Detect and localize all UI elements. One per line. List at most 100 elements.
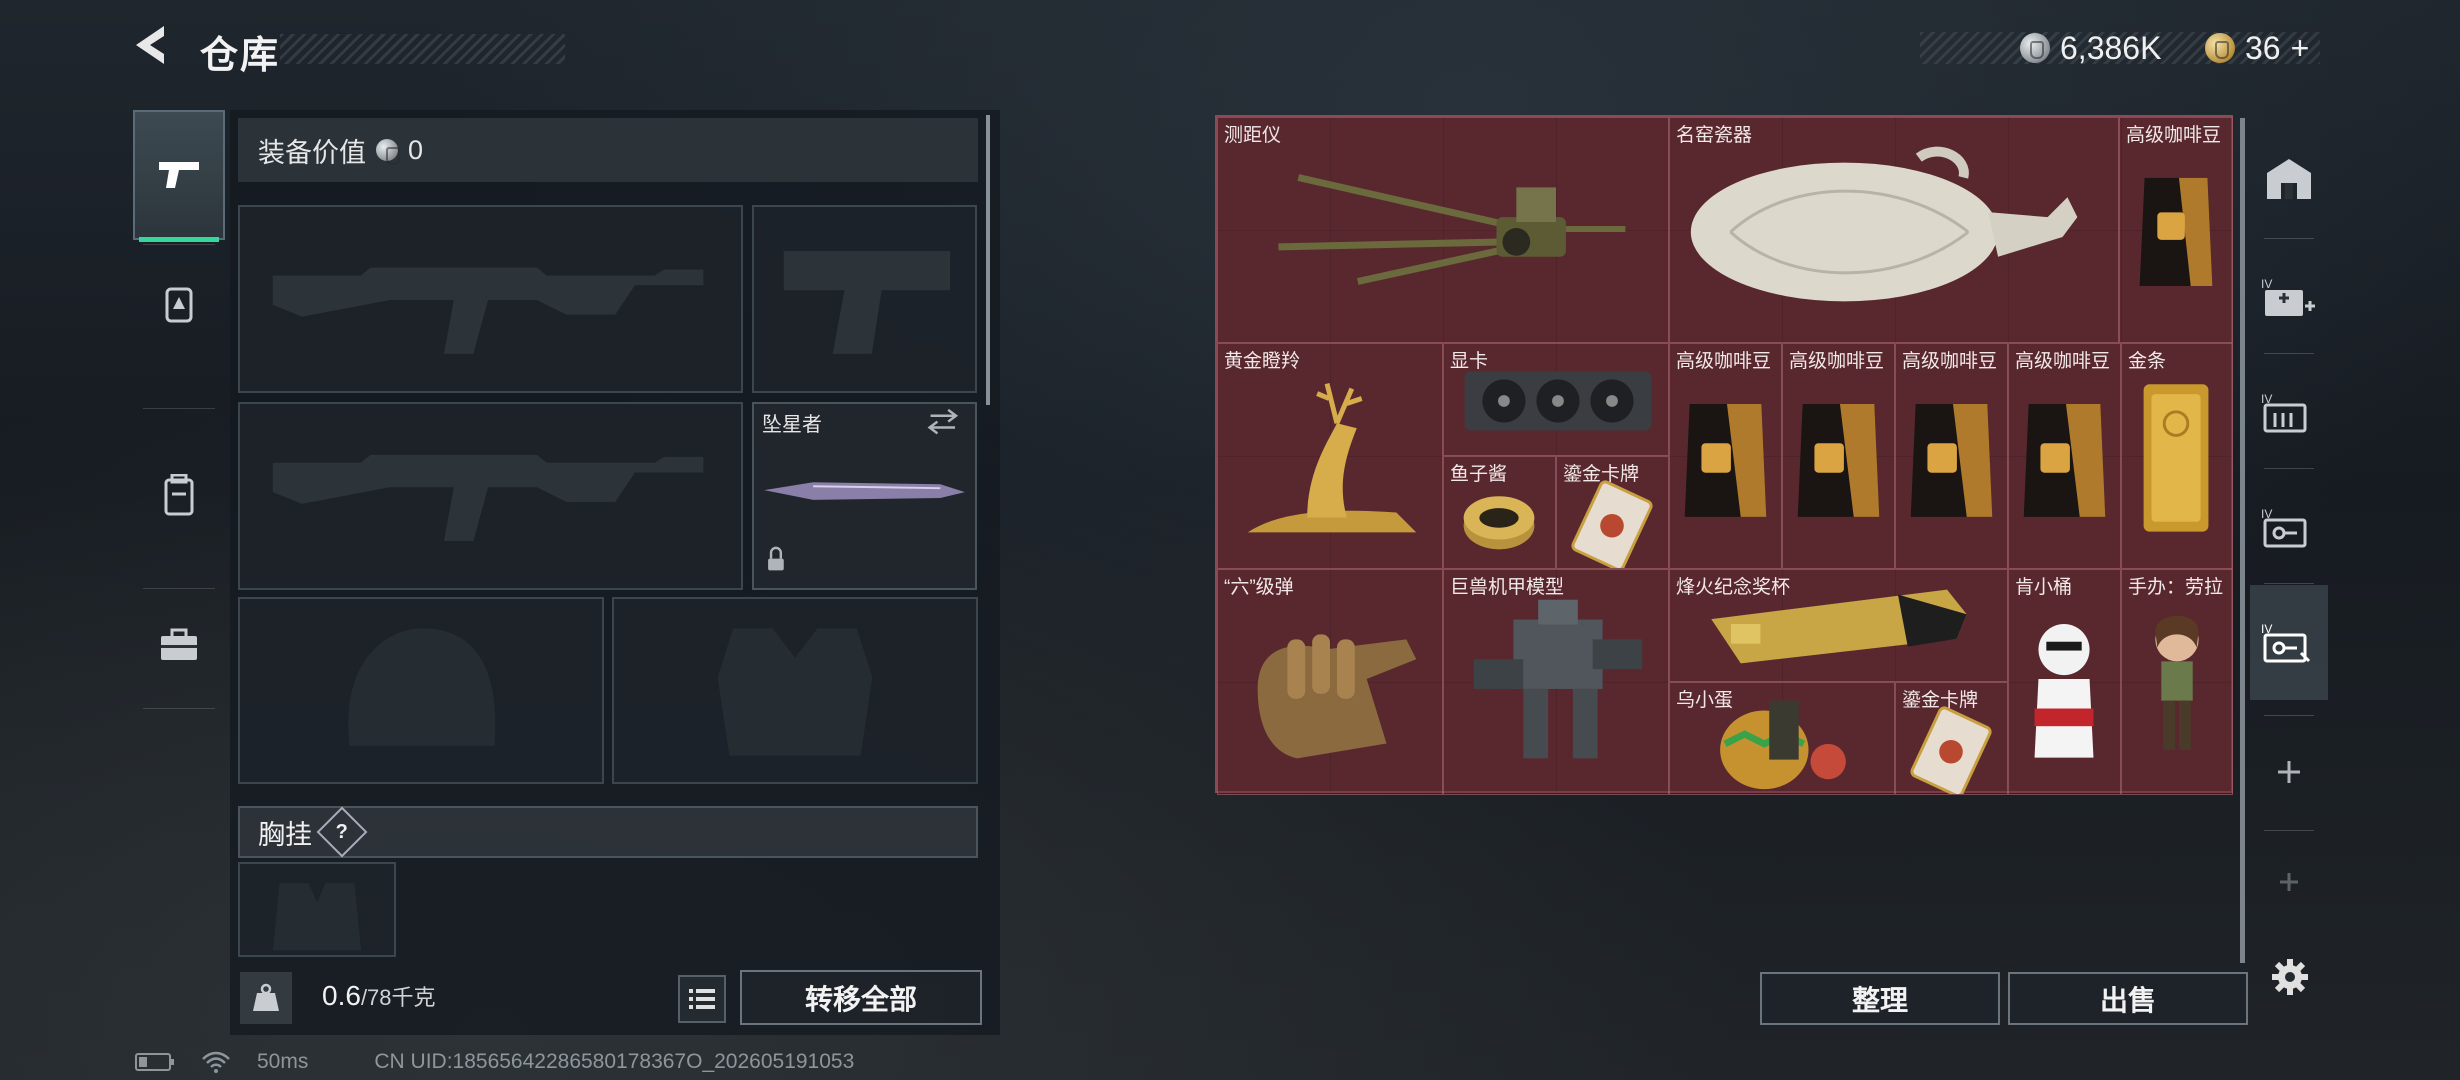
coffee-bag-icon — [2023, 403, 2106, 517]
item-coffee-beans[interactable]: 高级咖啡豆 — [2008, 343, 2121, 569]
tab-case[interactable] — [133, 590, 225, 700]
egg-figure-icon — [1720, 700, 1846, 790]
tab-backpack[interactable] — [133, 410, 225, 580]
chest-rig-slot[interactable] — [238, 862, 396, 957]
pistol-icon — [159, 162, 199, 188]
kfc-figure-icon — [2034, 624, 2094, 758]
item-coffee-beans[interactable]: 高级咖啡豆 — [1895, 343, 2008, 569]
primary-weapon-slot[interactable] — [238, 205, 743, 393]
page-title: 仓库 — [200, 35, 281, 77]
add-case-button[interactable] — [2250, 722, 2328, 822]
equipment-value-bar: 装备价值 0 — [238, 118, 978, 182]
tab-collectibles-case[interactable]: IV — [2250, 585, 2328, 700]
ping-value: 50ms — [257, 1050, 309, 1073]
battery-icon — [135, 1053, 174, 1071]
tab-key-case[interactable]: IV — [2250, 470, 2328, 585]
coffee-bag-icon — [1797, 403, 1880, 517]
item-kfc-figure[interactable]: 肯小桶 — [2008, 569, 2121, 795]
weight-max: /78千克 — [360, 985, 436, 1010]
tab-medical-case[interactable]: IV — [2250, 240, 2328, 355]
tab-helmet[interactable] — [133, 250, 225, 360]
rifle-silhouette-icon — [272, 454, 704, 542]
coffee-bag-icon — [1910, 403, 1993, 517]
helmet-slot[interactable] — [238, 597, 604, 784]
status-bar: 50ms CN UID:18565642286580178367O_202605… — [135, 1050, 854, 1074]
medkit-icon: IV — [2261, 277, 2315, 316]
mech-robot-icon — [1473, 599, 1643, 759]
title-decoration — [280, 34, 565, 64]
armor-icon — [165, 287, 193, 323]
key-case-icon: IV — [2261, 507, 2307, 547]
gold-currency[interactable]: 36 + — [2205, 28, 2309, 68]
pistol-silhouette-icon — [783, 251, 951, 354]
equipment-scrollbar[interactable] — [986, 115, 990, 405]
helmet-silhouette-icon — [348, 628, 496, 746]
item-gilded-card[interactable]: 鎏金卡牌 — [1895, 682, 2008, 795]
collectible-case-icon: IV — [2261, 622, 2311, 662]
knife-icon — [764, 408, 965, 571]
chest-rig-silhouette-icon — [272, 883, 362, 951]
item-level6-ammo[interactable]: “六”级弹 — [1217, 569, 1443, 795]
gear-icon — [2272, 959, 2308, 995]
rifle-silhouette-icon — [272, 267, 704, 354]
user-uid: CN UID:18565642286580178367O_20260519105… — [374, 1050, 855, 1073]
chest-rig-label: 胸挂 — [258, 819, 312, 850]
plus-icon — [2278, 761, 2300, 783]
chest-rig-header: 胸挂 ? — [238, 806, 978, 858]
tab-ammo-case[interactable]: IV — [2250, 355, 2328, 470]
equipment-value-label: 装备价值 — [258, 137, 366, 168]
item-gilded-card[interactable]: 鎏金卡牌 — [1556, 456, 1669, 569]
item-graphics-card[interactable]: 显卡 — [1443, 343, 1669, 456]
coffee-bag-icon — [1684, 403, 1767, 517]
secondary-weapon-slot[interactable] — [238, 402, 743, 590]
item-coffee-beans[interactable]: 高级咖啡豆 — [1782, 343, 1895, 569]
item-mech-model[interactable]: 巨兽机甲模型 — [1443, 569, 1669, 795]
equipment-tabs — [133, 110, 225, 710]
vase-icon — [1690, 146, 2078, 302]
storage-tabs: IV IV IV IV — [2250, 110, 2328, 950]
armor-slot[interactable] — [612, 597, 978, 784]
help-button[interactable]: ? — [316, 806, 368, 858]
item-golden-gazelle[interactable]: 黄金瞪羚 — [1217, 343, 1443, 569]
item-egg-figure[interactable]: 乌小蛋 — [1669, 682, 1895, 795]
back-button[interactable] — [128, 22, 174, 68]
item-memorial-trophy[interactable]: 烽火纪念奖杯 — [1669, 569, 2008, 682]
item-porcelain-vase[interactable]: 名窑瓷器 — [1669, 117, 2119, 343]
wifi-icon — [202, 1051, 230, 1073]
add-case-button-2[interactable] — [2250, 832, 2328, 932]
item-coffee-beans[interactable]: 高级咖啡豆 — [2119, 117, 2233, 343]
transfer-all-button[interactable]: 转移全部 — [740, 970, 982, 1025]
item-rangefinder[interactable]: 测距仪 — [1217, 117, 1669, 343]
gold-amount: 36 — [2245, 29, 2281, 66]
weight-indicator — [240, 972, 292, 1024]
tab-weapons[interactable] — [133, 110, 225, 242]
item-lara-figure[interactable]: 手办：劳拉 — [2121, 569, 2233, 795]
silver-coin-icon — [2020, 33, 2050, 63]
weight-text: 0.6/78千克 — [322, 980, 436, 1012]
rangefinder-icon — [1278, 174, 1626, 285]
sort-button[interactable]: 整理 — [1760, 972, 2000, 1025]
storage-grid: 测距仪 名窑瓷器 高级咖啡豆 黄金瞪羚 显卡 高级咖啡豆 高级咖啡豆 高级咖啡豆… — [1215, 115, 2233, 795]
coffee-bag-icon — [2139, 177, 2213, 286]
weight-current: 0.6 — [322, 980, 361, 1011]
item-coffee-beans[interactable]: 高级咖啡豆 — [1669, 343, 1782, 569]
card-icon — [1571, 480, 1653, 568]
item-caviar[interactable]: 鱼子酱 — [1443, 456, 1556, 569]
pistol-slot[interactable] — [752, 205, 977, 393]
settings-button[interactable] — [2265, 952, 2315, 1002]
list-view-button[interactable] — [678, 975, 726, 1023]
silver-currency: 6,386K — [2020, 28, 2161, 68]
tab-storage-main[interactable] — [2250, 120, 2328, 235]
gold-coin-icon — [2205, 33, 2235, 63]
warehouse-icon — [2267, 158, 2311, 199]
storage-scrollbar[interactable] — [2240, 118, 2245, 963]
equipment-value: 0 — [408, 134, 424, 165]
melee-slot[interactable]: 坠星者 — [752, 402, 977, 590]
gold-bar-icon — [2143, 384, 2209, 532]
item-gold-bar[interactable]: 金条 — [2121, 343, 2233, 569]
ammo-hand-icon — [1257, 634, 1417, 759]
caviar-tin-icon — [1463, 496, 1535, 550]
sell-button[interactable]: 出售 — [2008, 972, 2248, 1025]
add-gold-button[interactable]: + — [2291, 30, 2310, 67]
briefcase-icon — [161, 628, 197, 660]
